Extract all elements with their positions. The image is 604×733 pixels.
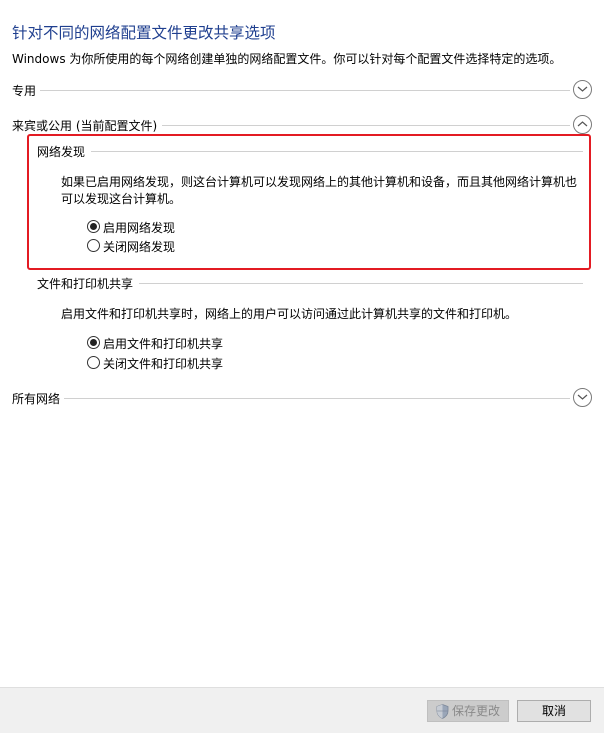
expand-all-networks-button[interactable]: [573, 388, 592, 407]
uac-shield-icon: [436, 704, 449, 719]
radio-button-checked[interactable]: [87, 220, 100, 233]
radio-label[interactable]: 启用网络发现: [103, 219, 175, 236]
radio-button-unchecked[interactable]: [87, 356, 100, 369]
section-divider: [162, 125, 570, 126]
radio-label[interactable]: 关闭网络发现: [103, 238, 175, 255]
page-title: 针对不同的网络配置文件更改共享选项: [12, 24, 276, 42]
expand-private-button[interactable]: [573, 80, 592, 99]
cancel-button[interactable]: 取消: [517, 700, 591, 722]
file-printer-sharing-description: 启用文件和打印机共享时，网络上的用户可以访问通过此计算机共享的文件和打印机。: [61, 307, 518, 321]
section-private-label: 专用: [12, 82, 41, 99]
section-all-networks-header[interactable]: 所有网络: [12, 388, 592, 410]
network-discovery-header: 网络发现: [37, 143, 583, 163]
subsection-divider: [135, 283, 583, 284]
file-printer-sharing-label: 文件和打印机共享: [37, 275, 140, 292]
page-subtitle: Windows 为你所使用的每个网络创建单独的网络配置文件。你可以针对每个配置文…: [12, 52, 562, 66]
network-discovery-label: 网络发现: [37, 143, 92, 160]
collapse-guest-public-button[interactable]: [573, 115, 592, 134]
section-guest-public-label: 来宾或公用 (当前配置文件): [12, 117, 162, 134]
section-divider: [64, 398, 570, 399]
save-changes-button[interactable]: 保存更改: [427, 700, 509, 722]
section-divider: [40, 90, 570, 91]
radio-label[interactable]: 关闭文件和打印机共享: [103, 355, 223, 372]
radio-button-unchecked[interactable]: [87, 239, 100, 252]
section-private-header[interactable]: 专用: [12, 80, 592, 102]
chevron-down-icon: [577, 86, 588, 92]
chevron-up-icon: [577, 121, 588, 127]
advanced-sharing-settings-page: 针对不同的网络配置文件更改共享选项 Windows 为你所使用的每个网络创建单独…: [0, 0, 604, 733]
footer-bar: 保存更改 取消: [0, 687, 604, 733]
chevron-down-icon: [577, 394, 588, 400]
file-printer-sharing-header: 文件和打印机共享: [37, 275, 583, 295]
radio-button-checked[interactable]: [87, 336, 100, 349]
radio-label[interactable]: 启用文件和打印机共享: [103, 335, 223, 352]
section-all-networks-label: 所有网络: [12, 390, 65, 407]
subsection-divider: [91, 151, 583, 152]
save-button-label: 保存更改: [451, 704, 500, 718]
network-discovery-description: 如果已启用网络发现，则这台计算机可以发现网络上的其他计算机和设备，而且其他网络计…: [61, 175, 578, 206]
